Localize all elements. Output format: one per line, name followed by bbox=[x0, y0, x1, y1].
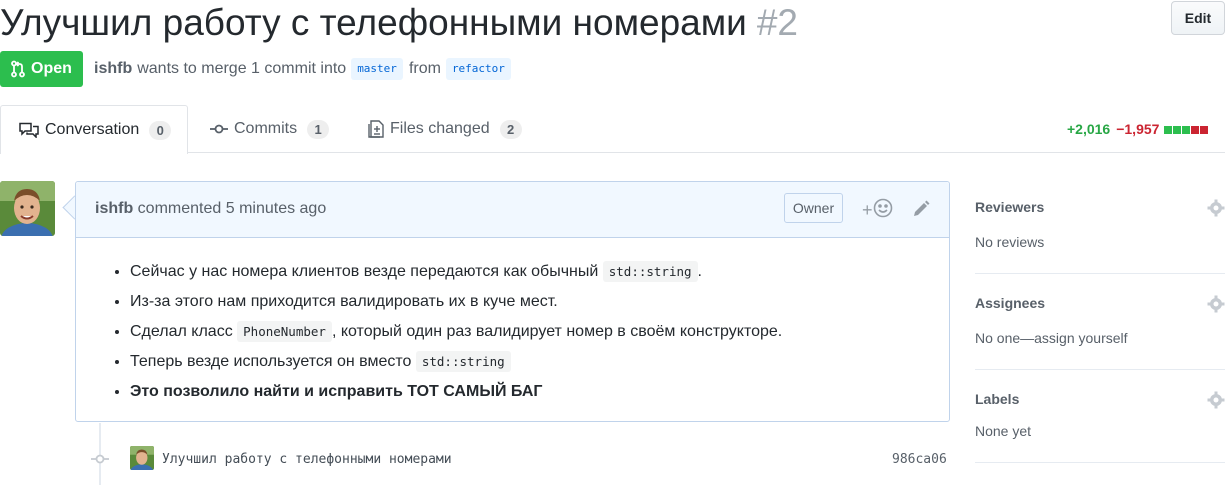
git-commit-icon bbox=[91, 452, 109, 471]
comment-list: Сейчас у нас номера клиентов везде перед… bbox=[76, 257, 949, 407]
tab-files-changed[interactable]: Files changed 2 bbox=[368, 105, 522, 153]
tab-conversation[interactable]: Conversation 0 bbox=[0, 105, 188, 154]
smiley-icon bbox=[873, 198, 893, 223]
owner-badge: Owner bbox=[784, 193, 843, 223]
commit-avatar[interactable] bbox=[130, 446, 154, 470]
tab-files-changed-label: Files changed bbox=[390, 120, 490, 137]
reviewers-value: No reviews bbox=[975, 234, 1045, 250]
avatar[interactable] bbox=[0, 181, 55, 236]
add-reaction-button[interactable]: + bbox=[862, 198, 893, 223]
page-title: Улучшил работу с телефонными номерами #2 bbox=[0, 1, 798, 45]
list-item: Сейчас у нас номера клиентов везде перед… bbox=[130, 257, 949, 287]
commit-message-link[interactable]: Улучшил работу с телефонными номерами bbox=[162, 452, 452, 467]
diffstat: +2,016 −1,957 bbox=[1067, 121, 1209, 137]
labels-value: None yet bbox=[975, 423, 1032, 439]
gear-icon[interactable] bbox=[1207, 295, 1225, 318]
tab-conversation-count: 0 bbox=[149, 120, 172, 140]
pr-number: #2 bbox=[756, 2, 799, 43]
merge-summary: ishfb wants to merge 1 commit into maste… bbox=[94, 58, 517, 80]
git-commit-icon bbox=[210, 123, 228, 135]
diffstat-block-del bbox=[1191, 126, 1200, 134]
list-item: Сделал класс PhoneNumber, который один р… bbox=[130, 317, 949, 347]
list-item: Теперь везде используется он вместо std:… bbox=[130, 347, 949, 377]
comment-body: Сейчас у нас номера клиентов везде перед… bbox=[76, 238, 949, 407]
pencil-icon[interactable] bbox=[911, 199, 931, 224]
diffstat-block-add bbox=[1182, 126, 1191, 134]
comment-header: ishfb commented 5 minutes ago Owner + bbox=[76, 182, 949, 238]
list-item: Это позволило найти и исправить ТОТ САМЫ… bbox=[130, 377, 949, 407]
inline-code: PhoneNumber bbox=[237, 321, 332, 342]
git-pull-request-icon bbox=[11, 60, 25, 78]
diff-icon bbox=[368, 120, 384, 138]
diffstat-block-del bbox=[1200, 126, 1209, 134]
diffstat-block-add bbox=[1164, 126, 1173, 134]
pr-title-text: Улучшил работу с телефонными номерами bbox=[0, 2, 747, 43]
sidebar-labels: Labels None yet bbox=[975, 391, 1225, 439]
state-label: Open bbox=[31, 60, 72, 77]
comment-time[interactable]: 5 minutes ago bbox=[226, 200, 327, 217]
diffstat-blocks bbox=[1163, 121, 1209, 137]
merge-text: wants to merge 1 commit into bbox=[137, 60, 347, 77]
diffstat-block-add bbox=[1173, 126, 1182, 134]
list-item: Из-за этого нам приходится валидировать … bbox=[130, 287, 949, 317]
tab-conversation-label: Conversation bbox=[45, 121, 140, 138]
pr-author-link[interactable]: ishfb bbox=[94, 60, 132, 78]
state-badge: Open bbox=[0, 51, 83, 87]
comment-meta: ishfb commented 5 minutes ago bbox=[95, 200, 326, 218]
tab-commits-label: Commits bbox=[234, 120, 298, 137]
edit-button[interactable]: Edit bbox=[1171, 1, 1225, 35]
reviewers-title: Reviewers bbox=[975, 199, 1045, 215]
tab-files-changed-count: 2 bbox=[499, 119, 522, 139]
comment-author-link[interactable]: ishfb bbox=[95, 200, 133, 217]
sidebar-reviewers: Reviewers No reviews bbox=[975, 199, 1225, 250]
comment-discussion-icon bbox=[19, 122, 39, 138]
diffstat-additions: +2,016 bbox=[1067, 121, 1111, 137]
comment-box: ishfb commented 5 minutes ago Owner + Се… bbox=[75, 181, 950, 422]
assignees-value[interactable]: No one—assign yourself bbox=[975, 330, 1225, 346]
from-text: from bbox=[408, 60, 441, 77]
base-branch[interactable]: master bbox=[351, 58, 403, 80]
gear-icon[interactable] bbox=[1207, 391, 1225, 414]
sidebar-divider bbox=[975, 369, 1225, 370]
sidebar-divider bbox=[975, 462, 1225, 463]
tab-commits-count: 1 bbox=[307, 119, 330, 139]
commit-sha-link[interactable]: 986ca06 bbox=[892, 452, 947, 467]
diffstat-deletions: −1,957 bbox=[1116, 121, 1160, 137]
sidebar-divider bbox=[975, 273, 1225, 274]
head-branch[interactable]: refactor bbox=[445, 58, 511, 80]
labels-title: Labels bbox=[975, 391, 1020, 407]
inline-code: std::string bbox=[415, 351, 511, 372]
gear-icon[interactable] bbox=[1207, 199, 1225, 222]
assignees-title: Assignees bbox=[975, 295, 1046, 311]
sidebar-assignees: Assignees No one—assign yourself bbox=[975, 295, 1225, 346]
inline-code: std::string bbox=[602, 261, 698, 282]
reaction-plus: + bbox=[862, 200, 873, 220]
tab-commits[interactable]: Commits 1 bbox=[210, 105, 330, 153]
comment-action: commented bbox=[137, 200, 222, 217]
